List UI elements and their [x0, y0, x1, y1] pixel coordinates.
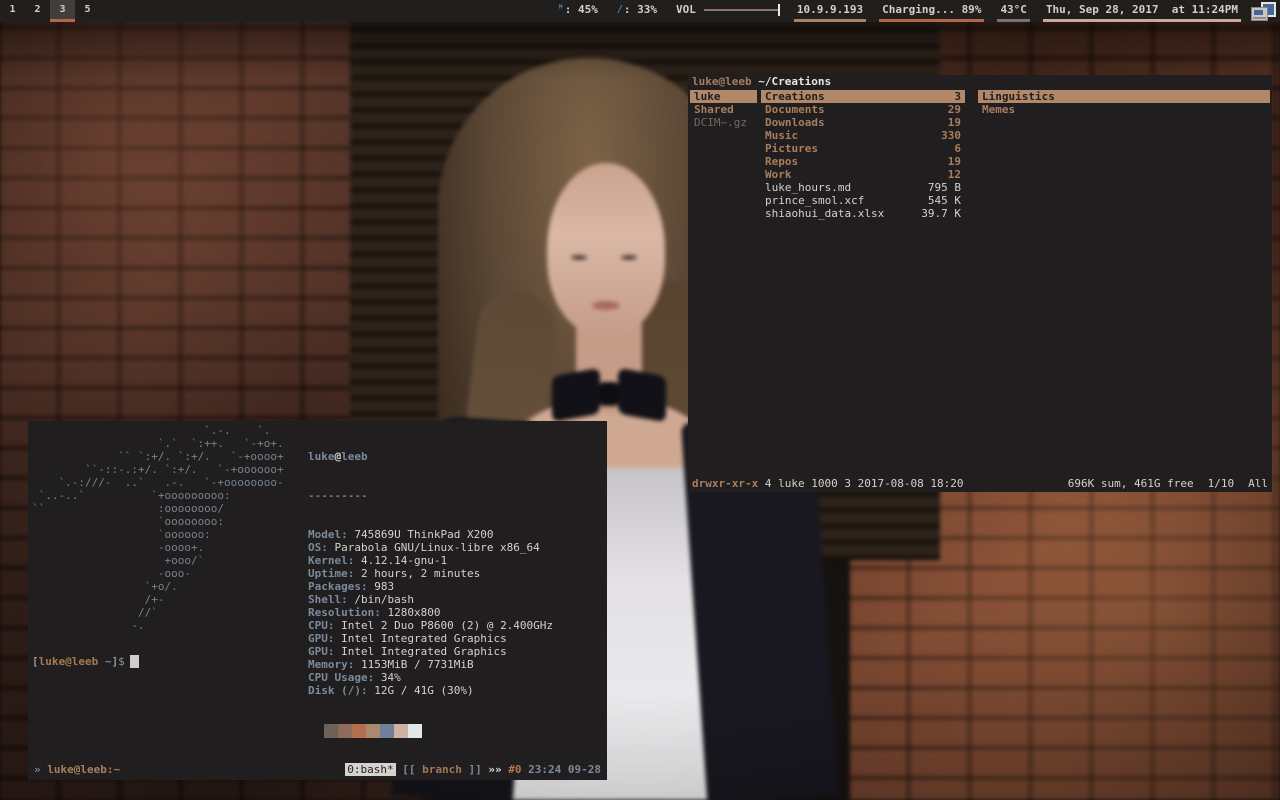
fm-row-downloads[interactable]: Downloads19: [761, 116, 965, 129]
fm-row-creations[interactable]: Creations3: [761, 90, 965, 103]
chevrons-icon: »»: [488, 763, 501, 776]
desktop: 1235 ᴹ: 45% /: 33% VOL 10.9.9.193 Chargi…: [0, 0, 1280, 800]
bow-tie: [552, 368, 666, 424]
temperature[interactable]: 43°C: [997, 0, 1030, 22]
ip-address[interactable]: 10.9.9.193: [794, 0, 866, 22]
file-manager-status-bar: drwxr-xr-x 4 luke 1000 3 2017-08-08 18:2…: [688, 477, 1272, 491]
monitor-front: [1251, 7, 1268, 21]
tmux-session: » luke@leeb:~: [34, 763, 120, 776]
neofetch-title: luke@leeb: [308, 450, 553, 463]
tmux-status-bar: » luke@leeb:~ 0:bash* [[ branch ]] »» #0…: [28, 760, 607, 778]
prompt-path: ~: [98, 655, 111, 668]
woman-face: [547, 163, 665, 335]
terminal-window[interactable]: `.-. `. `.` `:++. `-+o+. `` `:+/. `:+/. …: [28, 421, 607, 780]
neofetch-info-line: GPU: Intel Integrated Graphics: [308, 645, 553, 658]
battery-status[interactable]: Charging... 89%: [879, 0, 984, 22]
neofetch-info-line: Resolution: 1280x800: [308, 606, 553, 619]
directory-summary: 696K sum, 461G free1/10All: [1054, 477, 1268, 491]
neofetch-info-line: OS: Parabola GNU/Linux-libre x86_64: [308, 541, 553, 554]
computer-tray-icon[interactable]: [1251, 2, 1276, 21]
indicator-1-value: : 45%: [565, 3, 598, 16]
status-indicator-2[interactable]: /: 33%: [614, 0, 660, 22]
neofetch-info-line: Uptime: 2 hours, 2 minutes: [308, 567, 553, 580]
neofetch-info-line: CPU Usage: 34%: [308, 671, 553, 684]
neofetch-info-line: Model: 745869U ThinkPad X200: [308, 528, 553, 541]
eye: [621, 255, 637, 260]
git-branch-label: branch: [416, 763, 469, 776]
status-bar: 1235 ᴹ: 45% /: 33% VOL 10.9.9.193 Chargi…: [0, 0, 1280, 22]
neofetch-info-line: GPU: Intel Integrated Graphics: [308, 632, 553, 645]
palette-swatch: [394, 724, 408, 738]
slash-icon: /: [617, 4, 623, 15]
terminal-color-palette: [324, 724, 553, 738]
file-manager-path: luke@leeb ~/Creations: [688, 75, 1272, 89]
palette-swatch: [408, 724, 422, 738]
fm-row-repos[interactable]: Repos19: [761, 155, 965, 168]
file-manager-columns: lukeSharedDCIM~.gz Creations3Documents29…: [688, 90, 1272, 477]
clock-value: Thu, Sep 28, 2017 at 11:24PM: [1046, 3, 1238, 16]
volume-slider-handle[interactable]: [778, 4, 780, 16]
tmux-time: 23:24: [528, 763, 561, 776]
neofetch-output: luke@leeb --------- Model: 745869U Think…: [308, 424, 553, 764]
palette-swatch: [324, 724, 338, 738]
fm-row-music[interactable]: Music330: [761, 129, 965, 142]
fm-row-memes[interactable]: Memes: [978, 103, 1270, 116]
fm-row-shared[interactable]: Shared: [690, 103, 757, 116]
workspace-tag-5[interactable]: 5: [75, 0, 100, 22]
neofetch-info-line: Disk (/): 12G / 41G (30%): [308, 684, 553, 697]
fm-row-prince-smol-xcf[interactable]: prince_smol.xcf545 K: [761, 194, 965, 207]
workspace-tag-2[interactable]: 2: [25, 0, 50, 22]
neofetch-info-line: CPU: Intel 2 Duo P8600 (2) @ 2.400GHz: [308, 619, 553, 632]
neofetch-info-line: Packages: 983: [308, 580, 553, 593]
battery-value: Charging... 89%: [882, 3, 981, 16]
fm-row-pictures[interactable]: Pictures6: [761, 142, 965, 155]
palette-swatch: [366, 724, 380, 738]
ip-value: 10.9.9.193: [797, 3, 863, 16]
file-details: drwxr-xr-x 4 luke 1000 3 2017-08-08 18:2…: [692, 477, 964, 491]
fm-row-work[interactable]: Work12: [761, 168, 965, 181]
neofetch-info-line: Kernel: 4.12.14-gnu-1: [308, 554, 553, 567]
meter-icon: ᴹ: [558, 4, 564, 15]
lips: [592, 301, 620, 310]
shell-prompt[interactable]: [luke@leeb ~]$: [32, 655, 139, 668]
status-indicator-1[interactable]: ᴹ: 45%: [555, 0, 601, 22]
fm-row-luke[interactable]: luke: [690, 90, 757, 103]
parent-directory-column: lukeSharedDCIM~.gz: [690, 90, 757, 477]
preview-column: LinguisticsMemes: [978, 90, 1270, 477]
fm-row-dcim-gz[interactable]: DCIM~.gz: [690, 116, 757, 129]
workspace-tag-1[interactable]: 1: [0, 0, 25, 22]
status-segments: ᴹ: 45% /: 33% VOL 10.9.9.193 Charging...…: [542, 0, 1276, 22]
fm-row-linguistics[interactable]: Linguistics: [978, 90, 1270, 103]
fm-row-luke-hours-md[interactable]: luke_hours.md795 B: [761, 181, 965, 194]
tmux-window-tab[interactable]: 0:bash*: [345, 763, 395, 776]
parabola-ascii-logo: `.-. `. `.` `:++. `-+o+. `` `:+/. `:+/. …: [32, 424, 284, 632]
volume-slider[interactable]: [704, 9, 778, 11]
workspace-tags: 1235: [0, 0, 100, 22]
clock[interactable]: Thu, Sep 28, 2017 at 11:24PM: [1043, 0, 1241, 22]
eye: [571, 255, 587, 260]
fm-row-shiaohui-data-xlsx[interactable]: shiaohui_data.xlsx39.7 K: [761, 207, 965, 220]
palette-swatch: [380, 724, 394, 738]
volume-control[interactable]: VOL: [673, 0, 781, 22]
neofetch-info-line: Shell: /bin/bash: [308, 593, 553, 606]
palette-swatch: [338, 724, 352, 738]
tmux-date: 09-28: [568, 763, 601, 776]
neofetch-info-line: Memory: 1153MiB / 7731MiB: [308, 658, 553, 671]
neofetch-separator: ---------: [308, 489, 553, 502]
text-cursor: [130, 655, 139, 668]
current-directory-column: Creations3Documents29Downloads19Music330…: [761, 90, 965, 477]
temperature-value: 43°C: [1000, 3, 1027, 16]
volume-label: VOL: [676, 3, 696, 16]
neofetch-info-list: Model: 745869U ThinkPad X200OS: Parabola…: [308, 528, 553, 697]
indicator-2-value: : 33%: [624, 3, 657, 16]
file-manager-window[interactable]: luke@leeb ~/Creations lukeSharedDCIM~.gz…: [688, 75, 1272, 492]
workspace-tag-3[interactable]: 3: [50, 0, 75, 22]
fm-row-documents[interactable]: Documents29: [761, 103, 965, 116]
palette-swatch: [352, 724, 366, 738]
monitor-screen: [1254, 10, 1263, 15]
prompt-user: luke@leeb: [39, 655, 99, 668]
